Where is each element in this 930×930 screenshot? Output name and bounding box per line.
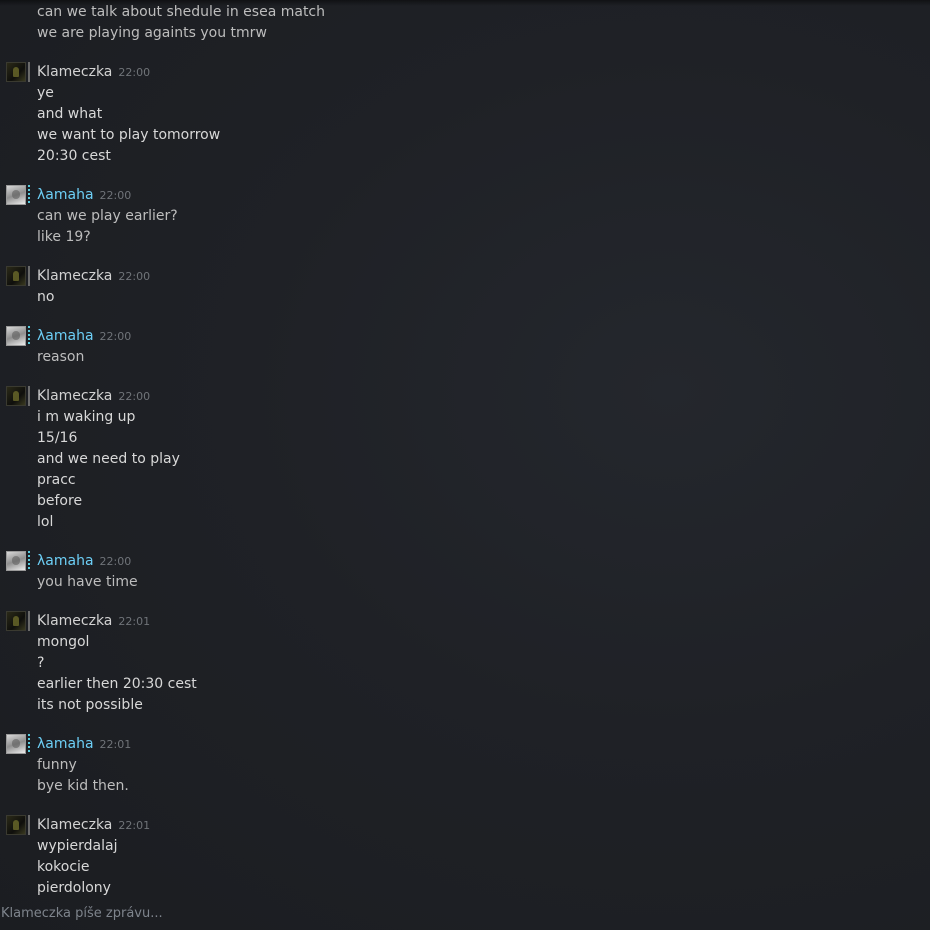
message-text: pracc [37, 472, 76, 488]
avatar[interactable] [6, 326, 26, 346]
chat-log[interactable]: can we talk about shedule in esea match w… [0, 0, 930, 900]
message-text: we want to play tomorrow [37, 127, 221, 143]
status-indicator [28, 266, 30, 286]
message-timestamp: 22:00 [99, 330, 132, 343]
message-header: Klameczka 22:00 [37, 62, 150, 80]
message-text: before [37, 493, 83, 509]
status-indicator [28, 611, 30, 631]
message-text: ye [37, 85, 54, 101]
message-text: reason [37, 349, 85, 365]
message-text: ? [37, 655, 45, 671]
sender-name[interactable]: Klameczka [37, 64, 112, 80]
message-header: Klameczka 22:00 [37, 386, 150, 404]
message-header: λamaha 22:00 [37, 551, 131, 569]
message-header: Klameczka 22:01 [37, 815, 150, 833]
message-text: earlier then 20:30 cest [37, 676, 197, 692]
sender-name[interactable]: Klameczka [37, 388, 112, 404]
message-text: kokocie [37, 859, 90, 875]
message-text: 15/16 [37, 430, 78, 446]
message-text: funny [37, 757, 77, 773]
message-text: and we need to play [37, 451, 180, 467]
message-timestamp: 22:00 [118, 270, 151, 283]
message-header: λamaha 22:00 [37, 326, 131, 344]
message-timestamp: 22:00 [99, 189, 132, 202]
message-text: like 19? [37, 229, 91, 245]
status-indicator [28, 185, 30, 205]
status-indicator [28, 386, 30, 406]
message-text: mongol [37, 634, 90, 650]
message-timestamp: 22:00 [99, 555, 132, 568]
avatar[interactable] [6, 185, 26, 205]
message-text: you have time [37, 574, 138, 590]
status-indicator [28, 62, 30, 82]
message-text: wypierdalaj [37, 838, 118, 854]
typing-indicator: Klameczka píše zprávu... [1, 906, 163, 921]
message-text: no [37, 289, 55, 305]
sender-name[interactable]: Klameczka [37, 817, 112, 833]
message-timestamp: 22:00 [118, 390, 151, 403]
message-text: 20:30 cest [37, 148, 111, 164]
message-text: can we play earlier? [37, 208, 178, 224]
sender-name[interactable]: Klameczka [37, 613, 112, 629]
message-text: bye kid then. [37, 778, 129, 794]
status-indicator [28, 551, 30, 571]
message-header: λamaha 22:00 [37, 185, 131, 203]
status-indicator [28, 815, 30, 835]
message-text: we are playing againts you tmrw [37, 25, 267, 41]
sender-name[interactable]: λamaha [37, 736, 94, 752]
message-text: and what [37, 106, 103, 122]
message-timestamp: 22:01 [118, 615, 151, 628]
avatar[interactable] [6, 266, 26, 286]
top-edge-shadow [0, 0, 930, 6]
avatar[interactable] [6, 815, 26, 835]
avatar[interactable] [6, 734, 26, 754]
status-indicator [28, 326, 30, 346]
message-header: λamaha 22:01 [37, 734, 131, 752]
sender-name[interactable]: λamaha [37, 328, 94, 344]
avatar[interactable] [6, 551, 26, 571]
message-timestamp: 22:01 [99, 738, 132, 751]
avatar[interactable] [6, 62, 26, 82]
avatar[interactable] [6, 386, 26, 406]
message-text: lol [37, 514, 54, 530]
sender-name[interactable]: λamaha [37, 187, 94, 203]
sender-name[interactable]: λamaha [37, 553, 94, 569]
message-text: i m waking up [37, 409, 136, 425]
message-text: pierdolony [37, 880, 111, 896]
message-timestamp: 22:00 [118, 66, 151, 79]
message-header: Klameczka 22:01 [37, 611, 150, 629]
avatar[interactable] [6, 611, 26, 631]
message-header: Klameczka 22:00 [37, 266, 150, 284]
sender-name[interactable]: Klameczka [37, 268, 112, 284]
message-timestamp: 22:01 [118, 819, 151, 832]
status-indicator [28, 734, 30, 754]
message-text: its not possible [37, 697, 143, 713]
